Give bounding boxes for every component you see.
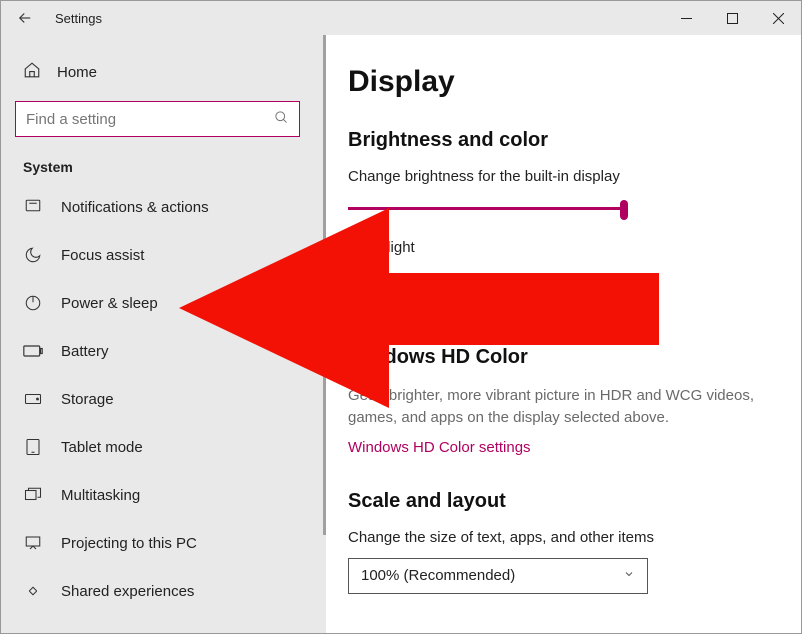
home-label: Home — [57, 64, 97, 81]
search-icon — [274, 110, 289, 128]
search-box[interactable] — [15, 101, 300, 137]
brightness-label: Change brightness for the built-in displ… — [348, 168, 773, 185]
notifications-icon — [23, 197, 43, 217]
sidebar-item-focus-assist[interactable]: Focus assist — [15, 231, 312, 279]
battery-icon — [23, 341, 43, 361]
slider-track — [348, 207, 628, 210]
sidebar-item-power-sleep[interactable]: Power & sleep — [15, 279, 312, 327]
sidebar-item-shared-experiences[interactable]: Shared experiences — [15, 567, 312, 615]
search-input[interactable] — [26, 111, 256, 128]
hd-color-description: Get a brighter, more vibrant picture in … — [348, 385, 773, 429]
projecting-icon — [23, 533, 43, 553]
scale-dropdown[interactable]: 100% (Recommended) — [348, 558, 648, 594]
tablet-icon — [23, 437, 43, 457]
sidebar-item-label: Battery — [61, 343, 109, 360]
page-title: Display — [348, 65, 773, 99]
chevron-down-icon — [623, 568, 635, 583]
hd-color-heading: Windows HD Color — [348, 346, 773, 369]
storage-icon — [23, 389, 43, 409]
slider-thumb[interactable] — [620, 200, 628, 220]
shared-icon — [23, 581, 43, 601]
sidebar-item-label: Multitasking — [61, 487, 140, 504]
multitasking-icon — [23, 485, 43, 505]
home-icon — [23, 61, 41, 83]
brightness-heading: Brightness and color — [348, 129, 773, 152]
window-title: Settings — [55, 11, 663, 26]
sidebar-scrollbar[interactable] — [323, 35, 326, 535]
sidebar-item-label: Storage — [61, 391, 114, 408]
sidebar-item-multitasking[interactable]: Multitasking — [15, 471, 312, 519]
sidebar-item-storage[interactable]: Storage — [15, 375, 312, 423]
sidebar-item-label: Projecting to this PC — [61, 535, 197, 552]
scale-dropdown-value: 100% (Recommended) — [361, 567, 515, 584]
minimize-button[interactable] — [663, 1, 709, 35]
sidebar-item-label: Shared experiences — [61, 583, 194, 600]
moon-icon — [23, 245, 43, 265]
scale-heading: Scale and layout — [348, 490, 773, 513]
close-button[interactable] — [755, 1, 801, 35]
scale-label: Change the size of text, apps, and other… — [348, 529, 773, 546]
sidebar-item-tablet-mode[interactable]: Tablet mode — [15, 423, 312, 471]
hd-color-settings-link[interactable]: Windows HD Color settings — [348, 439, 773, 456]
sidebar-item-label: Tablet mode — [61, 439, 143, 456]
brightness-slider[interactable] — [348, 197, 628, 221]
back-button[interactable] — [1, 1, 49, 35]
home-nav[interactable]: Home — [23, 61, 312, 83]
sidebar-item-notifications[interactable]: Notifications & actions — [15, 183, 312, 231]
sidebar-item-battery[interactable]: Battery — [15, 327, 312, 375]
night-light-label: Night light — [348, 239, 773, 256]
sidebar-item-label: Notifications & actions — [61, 199, 209, 216]
sidebar-item-label: Power & sleep — [61, 295, 158, 312]
power-icon — [23, 293, 43, 313]
sidebar-item-projecting[interactable]: Projecting to this PC — [15, 519, 312, 567]
sidebar-item-label: Focus assist — [61, 247, 144, 264]
sidebar-group-label: System — [23, 159, 312, 175]
maximize-button[interactable] — [709, 1, 755, 35]
